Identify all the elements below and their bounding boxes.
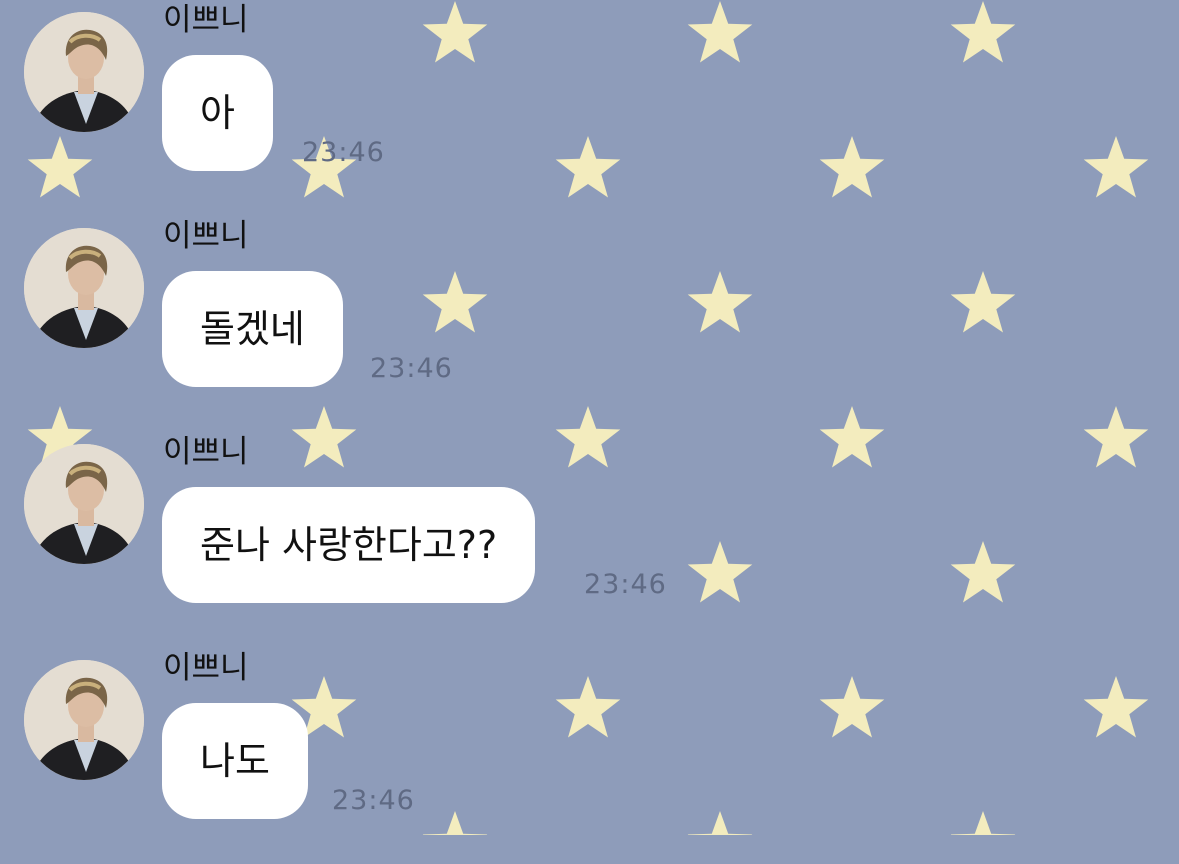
message-bubble[interactable]: 돌겠네 (162, 271, 343, 387)
message-row: 이쁘니 준나 사랑한다고?? 23:46 (0, 432, 1179, 648)
avatar-portrait-image (24, 12, 144, 132)
avatar[interactable] (24, 660, 144, 780)
avatar[interactable] (24, 12, 144, 132)
avatar-portrait-image (24, 444, 144, 564)
sender-name: 이쁘니 (163, 650, 249, 686)
message-time: 23:46 (370, 353, 453, 384)
message-time: 23:46 (584, 569, 667, 600)
avatar-portrait-image (24, 228, 144, 348)
message-row: 이쁘니 나도 23:46 (0, 648, 1179, 864)
avatar[interactable] (24, 228, 144, 348)
sender-name: 이쁘니 (163, 218, 249, 254)
message-row: 이쁘니 아 23:46 (0, 0, 1179, 216)
message-bubble[interactable]: 나도 (162, 703, 308, 819)
message-bubble[interactable]: 아 (162, 55, 273, 171)
avatar-portrait-image (24, 660, 144, 780)
message-row: 이쁘니 돌겠네 23:46 (0, 216, 1179, 432)
message-bubble[interactable]: 준나 사랑한다고?? (162, 487, 536, 603)
sender-name: 이쁘니 (163, 434, 249, 470)
sender-name: 이쁘니 (163, 2, 249, 38)
message-time: 23:46 (302, 137, 385, 168)
message-time: 23:46 (332, 785, 415, 816)
avatar[interactable] (24, 444, 144, 564)
